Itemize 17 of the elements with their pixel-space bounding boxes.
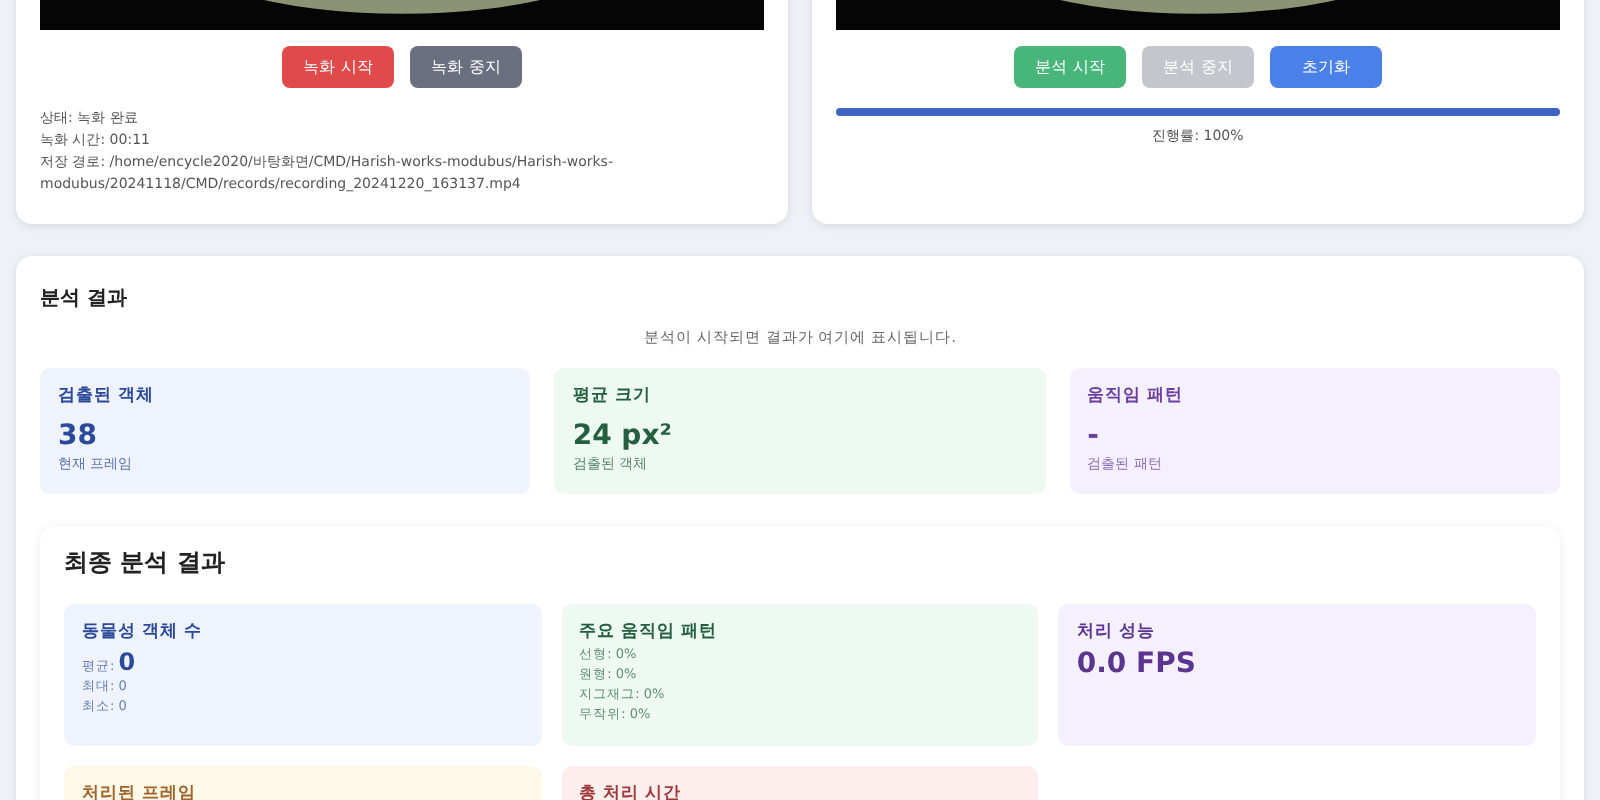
stat-title: 주요 움직임 패턴: [579, 620, 720, 644]
metric-title: 검출된 객체: [58, 384, 156, 408]
average-value: 0: [118, 648, 136, 676]
metric-value: 38: [58, 420, 99, 452]
section-title: 분석 결과: [40, 286, 129, 312]
analysis-button[interactable]: 초기화: [1270, 46, 1382, 88]
analysis-button[interactable]: 분석 시작: [1014, 46, 1126, 88]
metric-title: 평균 크기: [572, 384, 653, 408]
metric-value: -: [1087, 420, 1101, 452]
metric-value: 0.0 FPS: [1076, 648, 1198, 680]
metric-value: 24 px²: [572, 420, 674, 452]
final-title: 최종 분석 결과: [64, 546, 227, 580]
record-button[interactable]: 녹화 중지: [410, 46, 522, 88]
stat-title: 처리 성능: [1076, 620, 1157, 644]
stat-title: 동물성 객체 수: [82, 620, 204, 644]
record-button[interactable]: 녹화 시작: [282, 46, 394, 88]
metric-title: 움직임 패턴: [1087, 384, 1186, 408]
